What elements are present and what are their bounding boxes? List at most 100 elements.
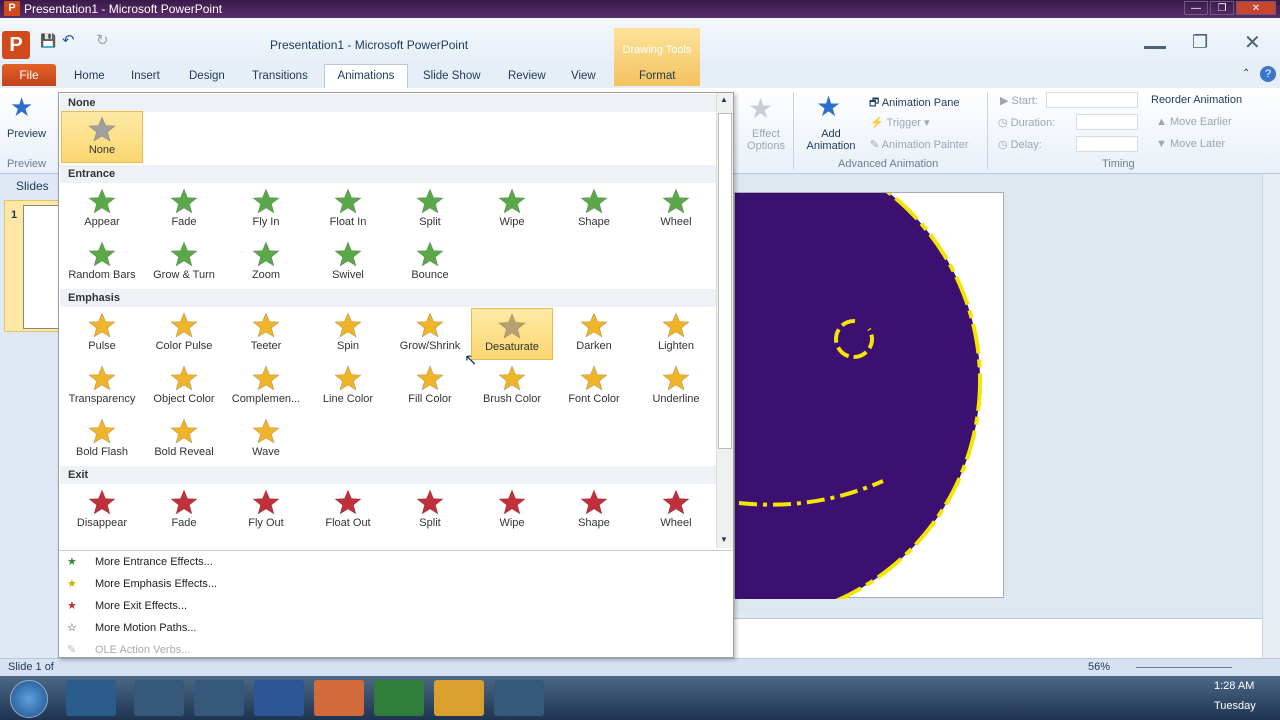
effect-emphasis-transparency[interactable]: Transparency: [61, 361, 143, 413]
slides-tab[interactable]: Slides: [16, 179, 49, 193]
slide-canvas[interactable]: [498, 139, 1005, 623]
effect-emphasis-object-color[interactable]: Object Color: [143, 361, 225, 413]
effect-options-button[interactable]: Effect Options: [746, 128, 786, 152]
trigger-button[interactable]: ⚡ Trigger ▾: [870, 116, 930, 129]
more-motion-paths[interactable]: ☆ More Motion Paths...: [61, 618, 733, 640]
taskbar-notepad-icon[interactable]: [194, 680, 244, 716]
effect-exit-disappear[interactable]: Disappear: [61, 485, 143, 537]
collapse-ribbon-icon[interactable]: ⌃: [1242, 68, 1250, 79]
preview-star-icon[interactable]: ★: [10, 92, 33, 123]
ribbon-minimize-icon[interactable]: [1144, 46, 1166, 49]
effect-exit-fly-out[interactable]: Fly Out: [225, 485, 307, 537]
effect-entrance-wheel[interactable]: Wheel: [635, 184, 717, 236]
animation-painter-button[interactable]: ✎ Animation Painter: [870, 138, 969, 151]
effect-entrance-appear[interactable]: Appear: [61, 184, 143, 236]
taskbar-word-icon[interactable]: [254, 680, 304, 716]
effect-entrance-float-in[interactable]: Float In: [307, 184, 389, 236]
tab-design[interactable]: Design: [189, 68, 225, 84]
effect-entrance-grow-turn[interactable]: Grow & Turn: [143, 237, 225, 289]
taskbar-excel-icon[interactable]: [374, 680, 424, 716]
close-button[interactable]: ✕: [1236, 1, 1276, 15]
effect-emphasis-bold-reveal[interactable]: Bold Reveal: [143, 414, 225, 466]
effect-emphasis-font-color[interactable]: Font Color: [553, 361, 635, 413]
tab-animations[interactable]: Animations: [324, 64, 408, 89]
effect-emphasis-desaturate[interactable]: Desaturate: [471, 308, 553, 360]
tab-transitions[interactable]: Transitions: [252, 68, 308, 84]
scroll-up-icon[interactable]: ▲: [720, 95, 728, 104]
powerpoint-logo-icon[interactable]: P: [2, 31, 30, 59]
gallery-scrollbar[interactable]: ▲ ▼: [716, 93, 733, 548]
effect-exit-shape[interactable]: Shape: [553, 485, 635, 537]
effect-exit-wipe[interactable]: Wipe: [471, 485, 553, 537]
add-animation-icon[interactable]: ★: [816, 90, 841, 123]
effect-entrance-swivel[interactable]: Swivel: [307, 237, 389, 289]
effect-emphasis-line-color[interactable]: Line Color: [307, 361, 389, 413]
add-animation-button[interactable]: Add Animation: [800, 128, 862, 152]
taskbar-outlook-icon[interactable]: [434, 680, 484, 716]
undo-icon[interactable]: ↶: [62, 31, 75, 49]
redo-icon[interactable]: ↻: [96, 31, 109, 49]
tab-insert[interactable]: Insert: [131, 68, 160, 84]
effect-entrance-random-bars[interactable]: Random Bars: [61, 237, 143, 289]
move-earlier-button[interactable]: ▲ Move Earlier: [1156, 116, 1232, 128]
effect-emphasis-fill-color[interactable]: Fill Color: [389, 361, 471, 413]
duration-spinner[interactable]: [1076, 114, 1138, 130]
smiley-shape[interactable]: [498, 139, 1005, 623]
effect-emphasis-lighten[interactable]: Lighten: [635, 308, 717, 360]
effect-exit-split[interactable]: Split: [389, 485, 471, 537]
start-dropdown[interactable]: [1046, 92, 1138, 108]
animation-pane-button[interactable]: 🗗 Animation Pane: [869, 94, 959, 113]
ole-action-verbs[interactable]: ✎ OLE Action Verbs...: [61, 640, 733, 662]
effect-emphasis-pulse[interactable]: Pulse: [61, 308, 143, 360]
maximize-button[interactable]: ❐: [1210, 1, 1234, 15]
effect-entrance-shape[interactable]: Shape: [553, 184, 635, 236]
effect-none[interactable]: None: [61, 111, 143, 163]
tab-view[interactable]: View: [571, 68, 596, 84]
taskbar-window-icon[interactable]: [494, 680, 544, 716]
zoom-slider[interactable]: [1136, 667, 1232, 668]
taskbar-explorer-icon[interactable]: [66, 680, 116, 716]
slide-thumbnail[interactable]: 1: [4, 200, 61, 332]
scroll-down-icon[interactable]: ▼: [720, 535, 728, 544]
tab-file[interactable]: File: [2, 64, 56, 86]
effect-entrance-split[interactable]: Split: [389, 184, 471, 236]
effect-entrance-bounce[interactable]: Bounce: [389, 237, 471, 289]
taskbar-powerpoint-icon[interactable]: [314, 680, 364, 716]
effect-emphasis-underline[interactable]: Underline: [635, 361, 717, 413]
effect-exit-fade[interactable]: Fade: [143, 485, 225, 537]
effect-emphasis-wave[interactable]: Wave: [225, 414, 307, 466]
minimize-button[interactable]: —: [1184, 1, 1208, 15]
effect-exit-wheel[interactable]: Wheel: [635, 485, 717, 537]
tab-slide-show[interactable]: Slide Show: [423, 68, 481, 84]
tab-format[interactable]: Format: [639, 68, 675, 84]
effect-exit-float-out[interactable]: Float Out: [307, 485, 389, 537]
scroll-thumb[interactable]: [718, 113, 732, 449]
help-icon[interactable]: ?: [1260, 66, 1276, 82]
effect-entrance-fade[interactable]: Fade: [143, 184, 225, 236]
move-later-button[interactable]: ▼ Move Later: [1156, 138, 1225, 150]
effect-emphasis-brush-color[interactable]: Brush Color: [471, 361, 553, 413]
effect-entrance-zoom[interactable]: Zoom: [225, 237, 307, 289]
effect-emphasis-spin[interactable]: Spin: [307, 308, 389, 360]
effect-emphasis-bold-flash[interactable]: Bold Flash: [61, 414, 143, 466]
more-emphasis-effects[interactable]: ★ More Emphasis Effects...: [61, 574, 733, 596]
effect-emphasis-teeter[interactable]: Teeter: [225, 308, 307, 360]
effect-emphasis-complemen-[interactable]: Complemen...: [225, 361, 307, 413]
effect-emphasis-darken[interactable]: Darken: [553, 308, 635, 360]
delay-spinner[interactable]: [1076, 136, 1138, 152]
preview-button[interactable]: Preview: [7, 128, 46, 140]
effect-entrance-fly-in[interactable]: Fly In: [225, 184, 307, 236]
notes-pane[interactable]: [734, 618, 1262, 658]
tab-review[interactable]: Review: [508, 68, 546, 84]
more-entrance-effects[interactable]: ★ More Entrance Effects...: [61, 552, 733, 574]
effect-entrance-wipe[interactable]: Wipe: [471, 184, 553, 236]
start-button[interactable]: [10, 680, 48, 718]
more-exit-effects[interactable]: ★ More Exit Effects...: [61, 596, 733, 618]
save-icon[interactable]: 💾: [40, 33, 56, 49]
effect-emphasis-grow-shrink[interactable]: Grow/Shrink: [389, 308, 471, 360]
restore-icon[interactable]: ❐: [1192, 32, 1208, 53]
tab-home[interactable]: Home: [74, 68, 105, 84]
effect-emphasis-color-pulse[interactable]: Color Pulse: [143, 308, 225, 360]
close-doc-icon[interactable]: ✕: [1244, 30, 1261, 55]
taskbar-computer-icon[interactable]: [134, 680, 184, 716]
